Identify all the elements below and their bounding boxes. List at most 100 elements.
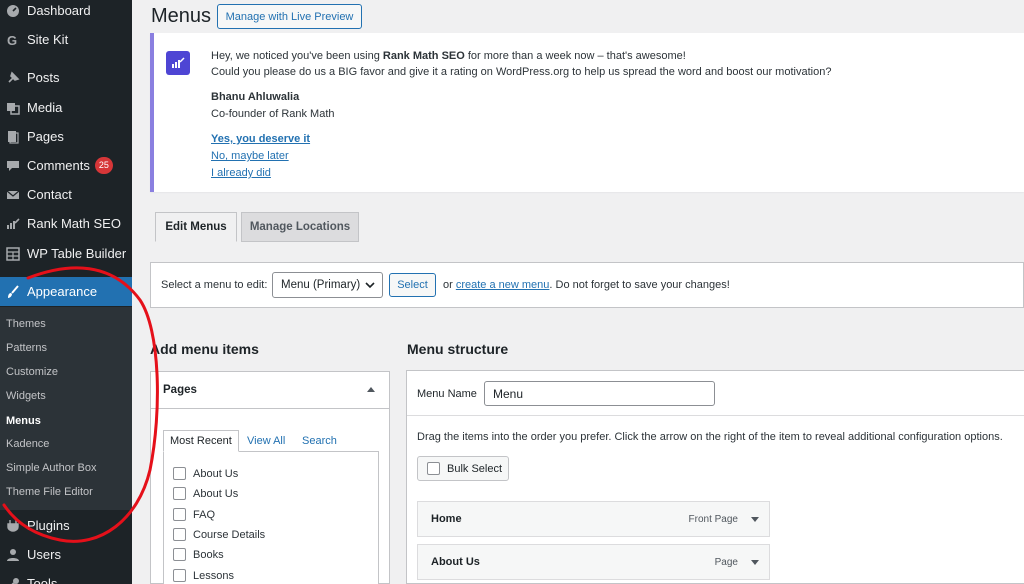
sidebar-item-posts[interactable]: Posts <box>0 63 132 92</box>
submenu-item-widgets[interactable]: Widgets <box>6 386 46 406</box>
sidebar-item-rank-math-seo[interactable]: Rank Math SEO <box>0 209 132 238</box>
pages-accordion: Pages Most Recent View All Search About … <box>150 371 390 584</box>
sidebar-item-appearance[interactable]: Appearance <box>0 277 132 306</box>
bulk-select-button[interactable]: Bulk Select <box>417 456 509 481</box>
menu-item-about-us[interactable]: About Us Page <box>417 544 770 580</box>
sidebar-item-site-kit[interactable]: G Site Kit <box>0 25 132 54</box>
expand-arrow-icon[interactable] <box>751 560 759 565</box>
page-checkbox[interactable] <box>173 467 186 480</box>
list-item[interactable]: Lessons <box>173 569 234 582</box>
sidebar-item-users[interactable]: Users <box>0 540 132 569</box>
dashboard-icon <box>6 4 20 18</box>
sidebar-item-label: Media <box>27 100 63 115</box>
menu-dropdown[interactable]: Menu (Primary) <box>272 272 383 298</box>
pages-icon <box>6 130 20 144</box>
sidebar-item-label: Plugins <box>27 518 70 533</box>
sidebar-item-label: Tools <box>27 576 58 584</box>
list-item[interactable]: About Us <box>173 487 238 500</box>
comment-icon <box>6 159 20 173</box>
menu-name-row: Menu Name Menu <box>407 371 1024 416</box>
sidebar-item-contact[interactable]: Contact <box>0 180 132 209</box>
pages-checklist: About Us About Us FAQ Course Details Boo… <box>163 451 379 584</box>
sidebar-item-label: WP Table Builder <box>27 246 127 261</box>
wrench-icon <box>6 577 20 584</box>
user-icon <box>6 548 20 562</box>
select-menu-label: Select a menu to edit: <box>161 279 268 291</box>
tab-edit-menus[interactable]: Edit Menus <box>155 212 237 242</box>
rate-later-link[interactable]: No, maybe later <box>211 150 289 162</box>
submenu-item-themes[interactable]: Themes <box>6 314 46 334</box>
list-item[interactable]: FAQ <box>173 508 215 521</box>
tab-most-recent[interactable]: Most Recent <box>163 430 239 452</box>
menu-name-input[interactable]: Menu <box>484 381 715 406</box>
rank-math-logo-icon <box>166 51 190 75</box>
main-content: Menus Manage with Live Preview Hey, we n… <box>132 0 1024 584</box>
rate-yes-link[interactable]: Yes, you deserve it <box>211 133 310 145</box>
submenu-item-simple-author-box[interactable]: Simple Author Box <box>6 458 97 478</box>
svg-text:G: G <box>7 33 17 47</box>
site-kit-icon: G <box>6 33 20 47</box>
tab-manage-locations[interactable]: Manage Locations <box>241 212 359 242</box>
paintbrush-icon <box>6 284 20 299</box>
submenu-item-theme-file-editor[interactable]: Theme File Editor <box>6 482 93 502</box>
submenu-item-customize[interactable]: Customize <box>6 362 58 382</box>
rank-math-review-notice: Hey, we noticed you've been using Rank M… <box>150 33 1024 192</box>
submenu-item-menus[interactable]: Menus <box>6 411 41 431</box>
sidebar-item-label: Posts <box>27 70 60 85</box>
pages-accordion-title: Pages <box>163 384 197 396</box>
bulk-select-checkbox[interactable] <box>427 462 440 475</box>
notice-line-1: Hey, we noticed you've been using Rank M… <box>211 50 686 62</box>
list-item[interactable]: Course Details <box>173 528 265 541</box>
sidebar-item-dashboard[interactable]: Dashboard <box>0 0 132 25</box>
menu-select-bar: Select a menu to edit: Menu (Primary) Se… <box>150 262 1024 308</box>
rate-done-link[interactable]: I already did <box>211 167 271 179</box>
collapse-arrow-icon <box>367 387 375 392</box>
menu-item-type: Page <box>714 557 738 568</box>
admin-sidebar: Dashboard G Site Kit Posts Media Pages C… <box>0 0 132 584</box>
page-title: Menus <box>151 5 212 27</box>
menu-dropdown-value: Menu (Primary) <box>281 279 361 291</box>
sidebar-item-comments[interactable]: Comments 25 <box>0 151 132 180</box>
rank-math-icon <box>6 217 20 231</box>
menu-instructions: Drag the items into the order you prefer… <box>417 431 1003 443</box>
page-checkbox[interactable] <box>173 569 186 582</box>
menu-structure-heading: Menu structure <box>407 341 509 357</box>
chevron-down-icon <box>365 282 375 289</box>
list-item[interactable]: About Us <box>173 467 238 480</box>
select-bar-text: or create a new menu. Do not forget to s… <box>443 279 730 291</box>
pages-accordion-header[interactable]: Pages <box>151 372 389 409</box>
sidebar-item-label: Pages <box>27 129 64 144</box>
sidebar-item-tools[interactable]: Tools <box>0 569 132 584</box>
manage-live-preview-button[interactable]: Manage with Live Preview <box>217 4 362 29</box>
menu-item-type: Front Page <box>688 514 738 525</box>
tab-search[interactable]: Search <box>302 430 337 452</box>
page-checkbox[interactable] <box>173 487 186 500</box>
notice-author: Bhanu Ahluwalia <box>211 91 300 103</box>
add-menu-items-heading: Add menu items <box>150 341 259 357</box>
expand-arrow-icon[interactable] <box>751 517 759 522</box>
list-item[interactable]: Books <box>173 548 224 561</box>
page-checkbox[interactable] <box>173 508 186 521</box>
submenu-item-kadence[interactable]: Kadence <box>6 434 49 454</box>
sidebar-item-pages[interactable]: Pages <box>0 122 132 151</box>
menu-structure-panel: Menu Name Menu Drag the items into the o… <box>406 370 1024 584</box>
menu-item-title: Home <box>431 513 462 525</box>
sidebar-item-media[interactable]: Media <box>0 93 132 122</box>
menu-item-home[interactable]: Home Front Page <box>417 501 770 537</box>
mail-icon <box>6 188 20 202</box>
sidebar-item-plugins[interactable]: Plugins <box>0 511 132 540</box>
sidebar-item-label: Users <box>27 547 61 562</box>
menu-name-label: Menu Name <box>417 388 477 400</box>
sidebar-item-label: Dashboard <box>27 3 91 18</box>
page-checkbox[interactable] <box>173 548 186 561</box>
create-new-menu-link[interactable]: create a new menu <box>456 279 550 291</box>
submenu-item-patterns[interactable]: Patterns <box>6 338 47 358</box>
sidebar-item-label: Contact <box>27 187 72 202</box>
page-checkbox[interactable] <box>173 528 186 541</box>
menu-item-title: About Us <box>431 556 480 568</box>
select-menu-button[interactable]: Select <box>389 273 436 297</box>
plugin-icon <box>6 519 20 533</box>
sidebar-item-label: Site Kit <box>27 32 69 47</box>
tab-view-all[interactable]: View All <box>247 430 285 452</box>
sidebar-item-wp-table-builder[interactable]: WP Table Builder <box>0 239 132 268</box>
